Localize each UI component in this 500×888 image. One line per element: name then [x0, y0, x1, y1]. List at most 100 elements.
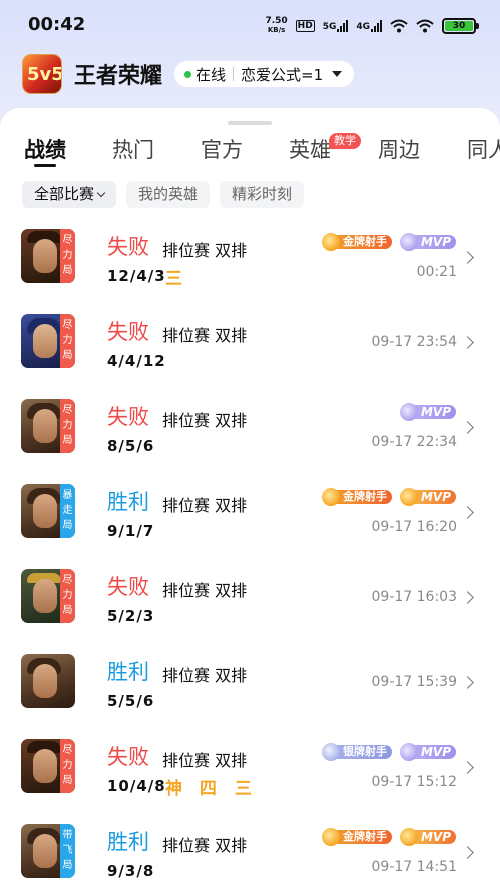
match-time: 09-17 14:51 [371, 859, 457, 875]
match-time: 09-17 22:34 [371, 434, 457, 450]
achievement-tags: 金牌射手 MVP [321, 827, 456, 846]
match-grade-ribbon: 尽力局 [60, 314, 75, 368]
match-mode: 排位赛 双排 [162, 326, 248, 345]
achievement-label: 金牌射手 [334, 829, 392, 844]
match-row[interactable]: 带飞局 胜利 排位赛 双排 9/3/8 金牌射手 MVP 09-17 14:51 [0, 810, 500, 888]
game-logo-text: 5v5 [27, 64, 62, 85]
tab-hot[interactable]: 热门 [112, 134, 154, 164]
tab-official[interactable]: 官方 [201, 134, 243, 164]
match-row[interactable]: 暴走局 胜利 排位赛 双排 9/1/7 金牌射手 MVP 09-17 16:20 [0, 470, 500, 555]
tab-badge: 教学 [329, 133, 361, 149]
tab-heroes[interactable]: 英雄 [289, 134, 331, 164]
match-row[interactable]: 尽力局 失败 排位赛 双排 8/5/6 MVP 09-17 22:34 [0, 385, 500, 470]
network-speed-unit: KB/s [267, 26, 286, 34]
medal-icon [399, 487, 418, 506]
achievement-label: 银牌射手 [334, 744, 392, 759]
match-mode: 排位赛 双排 [162, 411, 248, 430]
hero-face [33, 409, 57, 443]
match-row[interactable]: 胜利 排位赛 双排 5/5/6 09-17 15:39 [0, 640, 500, 725]
status-bar: 00:42 7.50 KB/s HD 5G 4G 30 [0, 0, 500, 52]
match-result: 失败 [107, 235, 149, 259]
hero-face [33, 494, 57, 528]
signal-bars-icon [371, 20, 382, 32]
chevron-down-icon [96, 188, 106, 198]
kda: 8/5/6 [107, 437, 155, 455]
match-grade-ribbon: 尽力局 [60, 399, 75, 453]
achievement-label: MVP [412, 829, 456, 844]
match-time: 09-17 23:54 [371, 334, 457, 350]
chevron-right-icon [461, 591, 474, 604]
match-row[interactable]: 尽力局 失败 排位赛 双排 12/4/3 三 金牌射手 MVP 00:21 [0, 215, 500, 300]
wifi-icon [416, 19, 434, 33]
signal-5g-icon: 5G [323, 20, 349, 32]
match-result: 失败 [107, 745, 149, 769]
hd-label: HD [295, 20, 315, 32]
clock: 00:42 [28, 14, 86, 35]
hero-face [33, 664, 57, 698]
match-result: 失败 [107, 575, 149, 599]
tab-bar: 战绩 热门 官方 英雄 周边 同人 [0, 132, 500, 168]
match-result: 胜利 [107, 660, 149, 684]
kda: 9/3/8 [107, 862, 155, 880]
kda: 12/4/3 [107, 267, 166, 285]
hero-avatar: 尽力局 [21, 399, 75, 453]
hero-avatar: 带飞局 [21, 824, 75, 878]
game-title: 王者荣耀 [74, 64, 163, 89]
achievement-tags: MVP [399, 402, 456, 421]
achievement-label: MVP [412, 489, 456, 504]
active-tab-indicator [34, 164, 56, 167]
signal-4g-label: 4G [356, 22, 370, 32]
battery-level: 30 [445, 21, 473, 31]
match-mode: 排位赛 双排 [162, 496, 248, 515]
match-list: 尽力局 失败 排位赛 双排 12/4/3 三金牌射手 MVP 00:21 尽力局 失败 排位赛 双… [0, 215, 500, 888]
hero-avatar [21, 654, 75, 708]
account-switcher[interactable]: 在线 恋爱公式=1 [174, 61, 355, 87]
hero-face [33, 834, 57, 868]
kda: 5/5/6 [107, 692, 155, 710]
network-speed-value: 7.50 [265, 16, 288, 26]
achievement-label: MVP [412, 404, 456, 419]
filter-highlights[interactable]: 精彩时刻 [220, 181, 305, 208]
divider [233, 67, 235, 81]
signal-bars-icon [337, 20, 349, 32]
signal-5g-label: 5G [322, 22, 337, 32]
honor-marks: 三 [165, 269, 188, 289]
kda: 9/1/7 [107, 522, 155, 540]
achievement-tag: 银牌射手 [321, 742, 392, 761]
status-icons: 7.50 KB/s HD 5G 4G 30 [265, 14, 479, 38]
kda: 10/4/8 [107, 777, 166, 795]
game-logo-icon[interactable]: 5v5 [22, 54, 62, 94]
hero-avatar: 暴走局 [21, 484, 75, 538]
achievement-label: 金牌射手 [334, 234, 392, 249]
match-time: 09-17 16:20 [371, 519, 457, 535]
filter-my-heroes[interactable]: 我的英雄 [126, 181, 211, 208]
tab-fanart[interactable]: 同人 [467, 134, 500, 164]
chevron-right-icon [461, 506, 474, 519]
chevron-right-icon [461, 846, 474, 859]
achievement-tags: 银牌射手 MVP [321, 742, 456, 761]
match-row[interactable]: 尽力局 失败 排位赛 双排 5/2/3 09-17 16:03 [0, 555, 500, 640]
chevron-right-icon [461, 761, 474, 774]
filter-all-matches[interactable]: 全部比赛 [22, 181, 117, 208]
medal-icon [399, 742, 418, 761]
tab-records[interactable]: 战绩 [24, 134, 66, 164]
match-row[interactable]: 尽力局 失败 排位赛 双排 4/4/12 09-17 23:54 [0, 300, 500, 385]
kda: 5/2/3 [107, 607, 155, 625]
match-mode: 排位赛 双排 [162, 666, 248, 685]
sheet-handle[interactable] [228, 121, 272, 125]
achievement-tag: MVP [399, 827, 456, 846]
achievement-label: 金牌射手 [334, 489, 392, 504]
filter-label: 全部比赛 [34, 185, 95, 203]
kda: 4/4/12 [107, 352, 166, 370]
hero-face [33, 749, 57, 783]
achievement-tag: MVP [399, 232, 456, 251]
medal-icon [321, 232, 340, 251]
achievement-label: MVP [412, 234, 456, 249]
match-row[interactable]: 尽力局 失败 排位赛 双排 10/4/8 神 四 三 银牌射手 MVP 09-17 15:12 [0, 725, 500, 810]
achievement-tag: MVP [399, 742, 456, 761]
chevron-right-icon [461, 676, 474, 689]
match-time: 00:21 [416, 264, 457, 280]
network-speed: 7.50 KB/s [265, 17, 287, 35]
achievement-tag: MVP [399, 487, 456, 506]
tab-merch[interactable]: 周边 [378, 134, 420, 164]
